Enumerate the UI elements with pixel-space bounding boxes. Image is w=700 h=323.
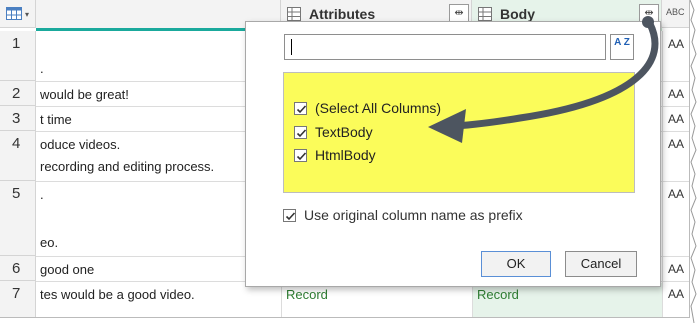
record-link[interactable]: Record bbox=[286, 287, 328, 302]
table-cell-text: good one bbox=[40, 262, 95, 277]
row-number[interactable]: 6 bbox=[0, 256, 36, 281]
table-cell-text: t time bbox=[40, 112, 72, 127]
column-option-htmlbody[interactable]: HtmlBody bbox=[294, 146, 376, 164]
cancel-button[interactable]: Cancel bbox=[565, 251, 637, 277]
row-number[interactable]: 1 bbox=[0, 31, 36, 81]
table-cell-text: eo. bbox=[40, 235, 59, 250]
body-column-title: Body bbox=[500, 6, 535, 22]
column-search-input[interactable] bbox=[284, 34, 606, 60]
checkbox[interactable] bbox=[283, 208, 296, 222]
table-column-icon bbox=[478, 7, 492, 21]
column-option-textbody[interactable]: TextBody bbox=[294, 123, 373, 141]
row-number[interactable]: 7 bbox=[0, 281, 36, 317]
expand-columns-popup: A Z (Select All Columns) TextBody HtmlBo… bbox=[245, 21, 661, 287]
select-all-columns-option[interactable]: (Select All Columns) bbox=[294, 99, 441, 117]
table-cell-text: AA bbox=[668, 187, 685, 201]
checkmark-icon bbox=[296, 104, 307, 113]
expand-arrows-icon: ⇹ bbox=[454, 7, 464, 19]
table-icon bbox=[6, 7, 22, 20]
query-editor-grid: ▾ ▼ Attributes ⇹ Body bbox=[0, 0, 690, 318]
column-divider bbox=[662, 31, 663, 317]
row-number[interactable]: 5 bbox=[0, 181, 36, 256]
row-number[interactable]: 2 bbox=[0, 81, 36, 106]
attributes-column-title: Attributes bbox=[309, 6, 376, 22]
column-checkbox-list: (Select All Columns) TextBody HtmlBody bbox=[283, 72, 635, 193]
sort-az-icon: A Z bbox=[614, 37, 630, 48]
text-cursor bbox=[291, 39, 292, 55]
table-cell-text: would be great! bbox=[40, 87, 129, 102]
use-prefix-option[interactable]: Use original column name as prefix bbox=[283, 207, 523, 223]
table-cell-text: AA bbox=[668, 137, 685, 151]
expand-arrows-icon: ⇹ bbox=[644, 7, 654, 19]
table-cell-text: tes would be a good video. bbox=[40, 287, 195, 302]
table-cell-text: AA bbox=[668, 87, 685, 101]
table-cell-text: oduce videos. bbox=[40, 137, 121, 152]
ok-button[interactable]: OK bbox=[481, 251, 551, 277]
checkbox[interactable] bbox=[294, 125, 307, 139]
table-cell-text: AA bbox=[668, 262, 685, 276]
row-number[interactable]: 3 bbox=[0, 106, 36, 131]
sort-az-button[interactable]: A Z bbox=[610, 34, 634, 60]
torn-edge-decoration bbox=[690, 0, 700, 323]
checkmark-icon bbox=[296, 128, 307, 137]
chevron-down-icon: ▾ bbox=[25, 10, 30, 19]
table-cell-text: recording and editing process. bbox=[40, 159, 215, 174]
abc-column-header[interactable]: ABC bbox=[662, 0, 689, 28]
checkbox[interactable] bbox=[294, 101, 307, 115]
table-column-icon bbox=[287, 7, 301, 21]
checkmark-icon bbox=[285, 211, 296, 220]
table-cell-text: AA bbox=[668, 112, 685, 126]
table-cell-text: . bbox=[40, 187, 44, 202]
table-cell-text: AA bbox=[668, 287, 685, 301]
abc-type-icon: ABC bbox=[666, 7, 685, 17]
checkmark-icon bbox=[296, 151, 307, 160]
table-cell-text: AA bbox=[668, 37, 685, 51]
table-menu-button[interactable]: ▾ bbox=[0, 0, 36, 28]
row-number[interactable]: 4 bbox=[0, 131, 36, 181]
record-link[interactable]: Record bbox=[477, 287, 519, 302]
table-cell-text: . bbox=[40, 61, 44, 76]
checkbox[interactable] bbox=[294, 148, 307, 162]
